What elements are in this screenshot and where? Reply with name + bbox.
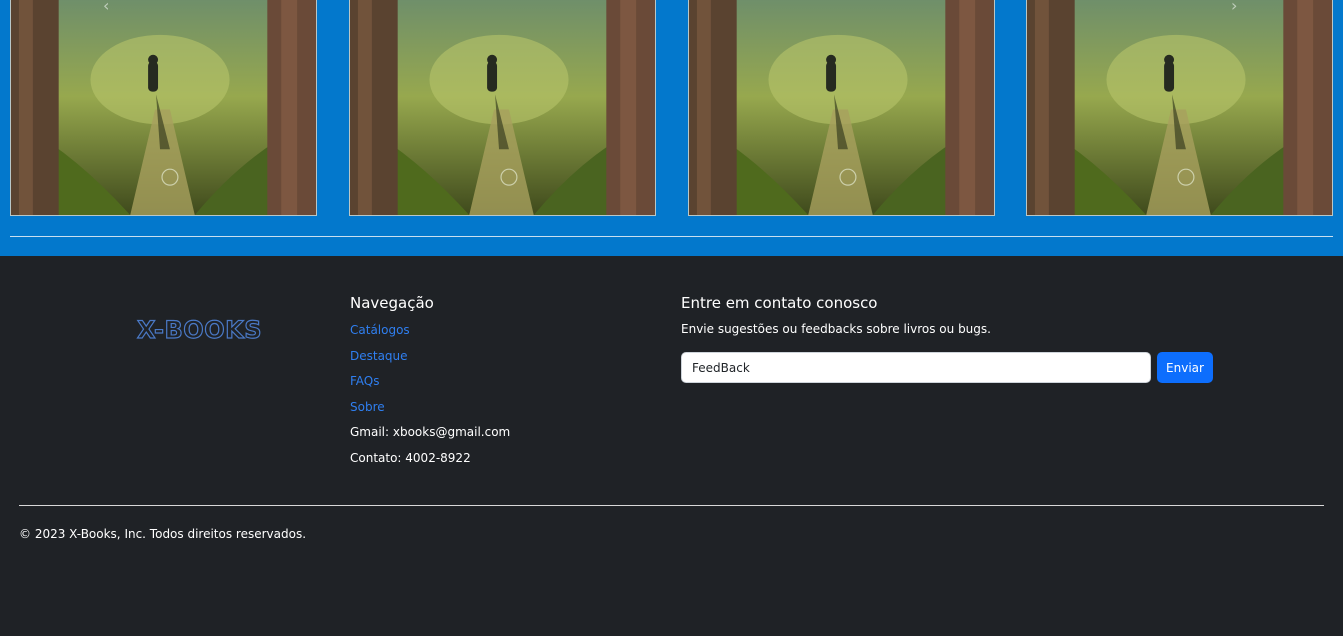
book-card[interactable]	[349, 0, 656, 216]
book-cover-image	[350, 0, 655, 215]
contact-section-subtitle: Envie sugestões ou feedbacks sobre livro…	[681, 322, 991, 336]
navigation-title: Navegação	[350, 294, 434, 312]
send-feedback-button[interactable]: Enviar	[1157, 352, 1213, 383]
nav-item-catalogos: Catálogos	[350, 322, 510, 348]
nav-item-destaque: Destaque	[350, 348, 510, 374]
book-card[interactable]: ‹	[10, 0, 317, 216]
contact-section-title: Entre em contato conosco	[681, 294, 878, 312]
contact-phone: Contato: 4002-8922	[350, 450, 471, 465]
book-card[interactable]: ›	[1026, 0, 1333, 216]
book-cover-image	[689, 0, 994, 215]
nav-link-sobre[interactable]: Sobre	[350, 400, 385, 414]
footer-nav-list: Catálogos Destaque FAQs Sobre Gmail: xbo…	[350, 322, 510, 476]
book-cover-image	[11, 0, 316, 215]
chevron-left-icon[interactable]: ‹	[103, 0, 109, 15]
nav-link-destaque[interactable]: Destaque	[350, 349, 408, 363]
book-card[interactable]	[688, 0, 995, 216]
carousel-divider	[10, 236, 1333, 237]
copyright-text: © 2023 X-Books, Inc. Todos direitos rese…	[19, 527, 307, 541]
contact-email: Gmail: xbooks@gmail.com	[350, 425, 511, 440]
feedback-input[interactable]	[681, 352, 1151, 383]
book-cover-image	[1027, 0, 1332, 215]
brand-logo[interactable]: X-BOOKS	[136, 315, 262, 344]
nav-item-sobre: Sobre	[350, 399, 510, 425]
nav-item-faqs: FAQs	[350, 373, 510, 399]
nav-link-catalogos[interactable]: Catálogos	[350, 323, 410, 337]
chevron-right-icon[interactable]: ›	[1231, 0, 1237, 15]
book-carousel: ‹ ›	[0, 0, 1343, 256]
nav-link-faqs[interactable]: FAQs	[350, 374, 380, 388]
footer-divider	[19, 505, 1324, 506]
